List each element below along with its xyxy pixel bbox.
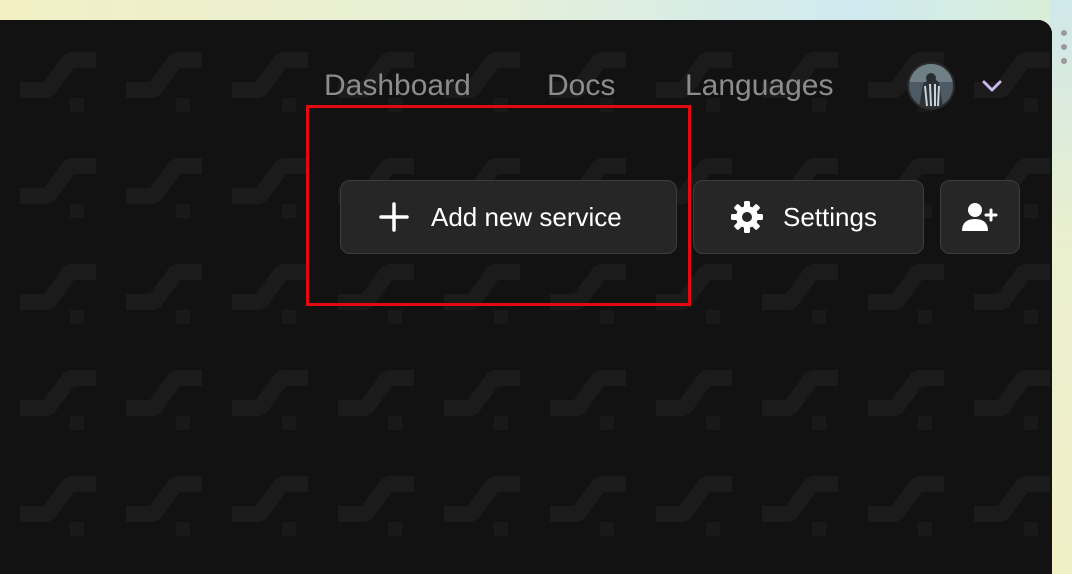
drag-dot [1061,44,1067,50]
chevron-down-icon [982,80,1002,92]
app-window: Dashboard Docs Languages Add new service [0,20,1052,574]
nav-link-languages[interactable]: Languages [685,64,833,108]
desktop-background-strip [1050,0,1072,574]
user-avatar[interactable] [907,62,955,110]
plus-icon [379,202,409,232]
nav-link-docs[interactable]: Docs [547,64,615,108]
add-user-button[interactable] [940,180,1020,254]
add-new-service-button[interactable]: Add new service [340,180,677,254]
avatar-image [909,64,953,108]
settings-button[interactable]: Settings [693,180,924,254]
user-plus-icon [962,201,998,233]
gear-icon [730,200,764,234]
settings-label: Settings [783,201,877,232]
add-new-service-label: Add new service [431,201,622,232]
drag-dot [1061,30,1067,36]
drag-dot [1061,58,1067,64]
window-drag-handle[interactable] [1060,30,1068,64]
account-menu-toggle[interactable] [978,74,1006,98]
nav-link-dashboard[interactable]: Dashboard [324,64,471,108]
background-pattern [0,20,1052,574]
